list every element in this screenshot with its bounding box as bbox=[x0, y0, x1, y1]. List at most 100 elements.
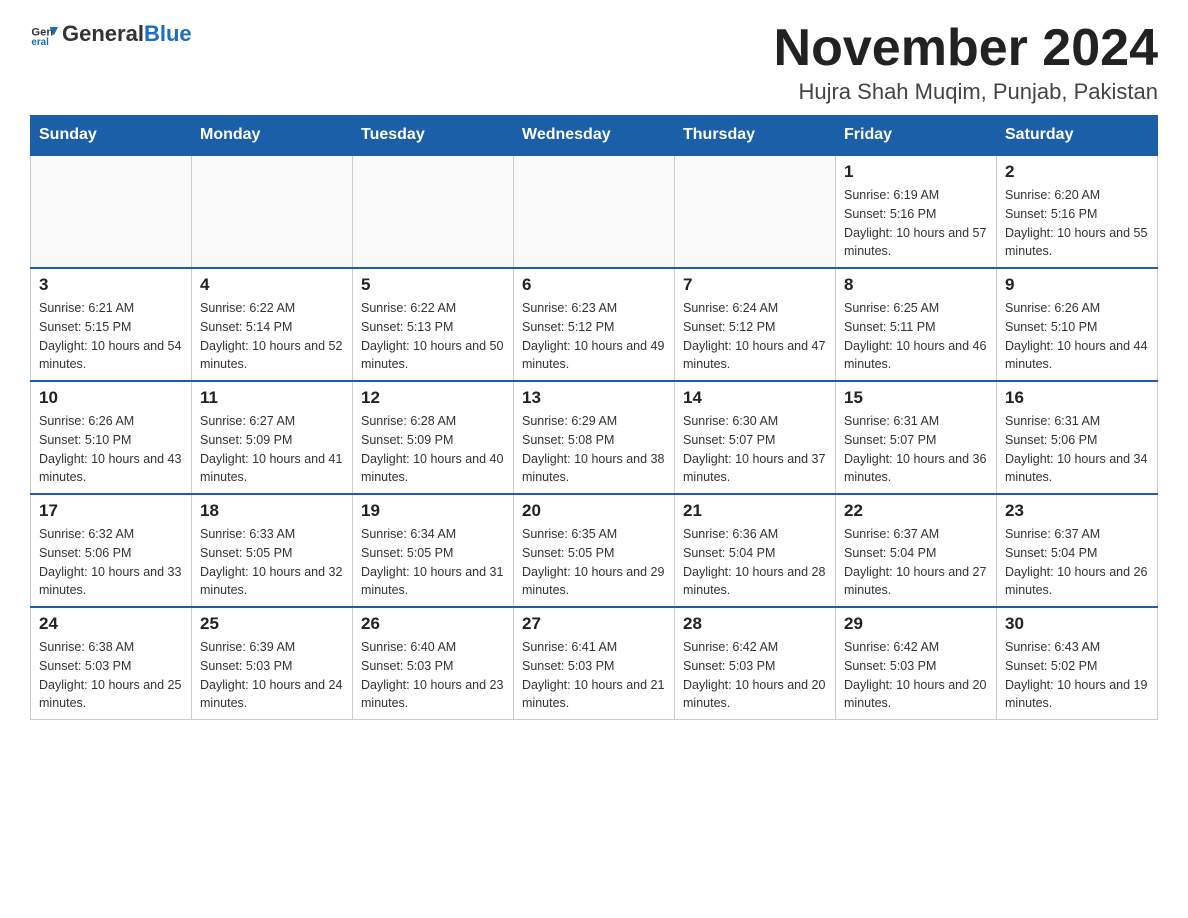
day-number: 30 bbox=[1005, 614, 1149, 634]
title-area: November 2024 Hujra Shah Muqim, Punjab, … bbox=[774, 20, 1158, 105]
day-info: Sunrise: 6:40 AMSunset: 5:03 PMDaylight:… bbox=[361, 638, 505, 713]
cell-week3-day1: 11 Sunrise: 6:27 AMSunset: 5:09 PMDayligh… bbox=[192, 381, 353, 494]
day-number: 1 bbox=[844, 162, 988, 182]
day-info: Sunrise: 6:37 AMSunset: 5:04 PMDaylight:… bbox=[1005, 525, 1149, 600]
cell-week1-day3 bbox=[514, 155, 675, 268]
week-row-4: 17 Sunrise: 6:32 AMSunset: 5:06 PMDayligh… bbox=[31, 494, 1158, 607]
day-number: 7 bbox=[683, 275, 827, 295]
day-info: Sunrise: 6:20 AMSunset: 5:16 PMDaylight:… bbox=[1005, 186, 1149, 261]
day-number: 26 bbox=[361, 614, 505, 634]
day-info: Sunrise: 6:27 AMSunset: 5:09 PMDaylight:… bbox=[200, 412, 344, 487]
cell-week3-day2: 12 Sunrise: 6:28 AMSunset: 5:09 PMDayligh… bbox=[353, 381, 514, 494]
cell-week3-day5: 15 Sunrise: 6:31 AMSunset: 5:07 PMDayligh… bbox=[836, 381, 997, 494]
day-number: 21 bbox=[683, 501, 827, 521]
day-info: Sunrise: 6:30 AMSunset: 5:07 PMDaylight:… bbox=[683, 412, 827, 487]
header-wednesday: Wednesday bbox=[514, 116, 675, 156]
cell-week1-day0 bbox=[31, 155, 192, 268]
header-monday: Monday bbox=[192, 116, 353, 156]
day-number: 19 bbox=[361, 501, 505, 521]
day-info: Sunrise: 6:43 AMSunset: 5:02 PMDaylight:… bbox=[1005, 638, 1149, 713]
cell-week3-day6: 16Sunrise: 6:31 AMSunset: 5:06 PMDayligh… bbox=[997, 381, 1158, 494]
cell-week5-day5: 29 Sunrise: 6:42 AMSunset: 5:03 PMDayligh… bbox=[836, 607, 997, 720]
week-row-2: 3Sunrise: 6:21 AMSunset: 5:15 PMDaylight… bbox=[31, 268, 1158, 381]
day-info: Sunrise: 6:41 AMSunset: 5:03 PMDaylight:… bbox=[522, 638, 666, 713]
day-info: Sunrise: 6:25 AMSunset: 5:11 PMDaylight:… bbox=[844, 299, 988, 374]
day-info: Sunrise: 6:35 AMSunset: 5:05 PMDaylight:… bbox=[522, 525, 666, 600]
cell-week1-day2 bbox=[353, 155, 514, 268]
calendar-table: Sunday Monday Tuesday Wednesday Thursday… bbox=[30, 115, 1158, 720]
cell-week4-day2: 19 Sunrise: 6:34 AMSunset: 5:05 PMDayligh… bbox=[353, 494, 514, 607]
day-info: Sunrise: 6:28 AMSunset: 5:09 PMDaylight:… bbox=[361, 412, 505, 487]
location-subtitle: Hujra Shah Muqim, Punjab, Pakistan bbox=[774, 79, 1158, 105]
day-info: Sunrise: 6:32 AMSunset: 5:06 PMDaylight:… bbox=[39, 525, 183, 600]
day-number: 27 bbox=[522, 614, 666, 634]
cell-week2-day4: 7 Sunrise: 6:24 AMSunset: 5:12 PMDaylight… bbox=[675, 268, 836, 381]
cell-week2-day2: 5 Sunrise: 6:22 AMSunset: 5:13 PMDaylight… bbox=[353, 268, 514, 381]
cell-week4-day6: 23 Sunrise: 6:37 AMSunset: 5:04 PMDayligh… bbox=[997, 494, 1158, 607]
day-info: Sunrise: 6:24 AMSunset: 5:12 PMDaylight:… bbox=[683, 299, 827, 374]
day-number: 8 bbox=[844, 275, 988, 295]
cell-week2-day6: 9Sunrise: 6:26 AMSunset: 5:10 PMDaylight… bbox=[997, 268, 1158, 381]
day-info: Sunrise: 6:39 AMSunset: 5:03 PMDaylight:… bbox=[200, 638, 344, 713]
day-info: Sunrise: 6:23 AMSunset: 5:12 PMDaylight:… bbox=[522, 299, 666, 374]
day-info: Sunrise: 6:31 AMSunset: 5:07 PMDaylight:… bbox=[844, 412, 988, 487]
cell-week2-day1: 4Sunrise: 6:22 AMSunset: 5:14 PMDaylight… bbox=[192, 268, 353, 381]
day-info: Sunrise: 6:42 AMSunset: 5:03 PMDaylight:… bbox=[683, 638, 827, 713]
cell-week1-day4 bbox=[675, 155, 836, 268]
logo-icon: Gen eral bbox=[30, 20, 58, 48]
day-info: Sunrise: 6:36 AMSunset: 5:04 PMDaylight:… bbox=[683, 525, 827, 600]
day-info: Sunrise: 6:22 AMSunset: 5:14 PMDaylight:… bbox=[200, 299, 344, 374]
cell-week2-day5: 8 Sunrise: 6:25 AMSunset: 5:11 PMDaylight… bbox=[836, 268, 997, 381]
day-number: 29 bbox=[844, 614, 988, 634]
header-saturday: Saturday bbox=[997, 116, 1158, 156]
day-number: 14 bbox=[683, 388, 827, 408]
cell-week5-day3: 27 Sunrise: 6:41 AMSunset: 5:03 PMDayligh… bbox=[514, 607, 675, 720]
cell-week5-day0: 24 Sunrise: 6:38 AMSunset: 5:03 PMDayligh… bbox=[31, 607, 192, 720]
day-number: 16 bbox=[1005, 388, 1149, 408]
cell-week1-day6: 2 Sunrise: 6:20 AMSunset: 5:16 PMDaylight… bbox=[997, 155, 1158, 268]
day-number: 20 bbox=[522, 501, 666, 521]
day-info: Sunrise: 6:26 AMSunset: 5:10 PMDaylight:… bbox=[1005, 299, 1149, 374]
day-number: 12 bbox=[361, 388, 505, 408]
day-number: 17 bbox=[39, 501, 183, 521]
day-info: Sunrise: 6:19 AMSunset: 5:16 PMDaylight:… bbox=[844, 186, 988, 261]
day-info: Sunrise: 6:21 AMSunset: 5:15 PMDaylight:… bbox=[39, 299, 183, 374]
cell-week5-day4: 28 Sunrise: 6:42 AMSunset: 5:03 PMDayligh… bbox=[675, 607, 836, 720]
day-info: Sunrise: 6:37 AMSunset: 5:04 PMDaylight:… bbox=[844, 525, 988, 600]
cell-week5-day6: 30 Sunrise: 6:43 AMSunset: 5:02 PMDayligh… bbox=[997, 607, 1158, 720]
week-row-1: 1 Sunrise: 6:19 AMSunset: 5:16 PMDaylight… bbox=[31, 155, 1158, 268]
svg-text:eral: eral bbox=[31, 37, 49, 48]
day-number: 11 bbox=[200, 388, 344, 408]
header: Gen eral GeneralBlue November 2024 Hujra… bbox=[30, 20, 1158, 105]
day-number: 5 bbox=[361, 275, 505, 295]
day-info: Sunrise: 6:26 AMSunset: 5:10 PMDaylight:… bbox=[39, 412, 183, 487]
logo-text-blue: Blue bbox=[144, 21, 192, 46]
cell-week2-day3: 6Sunrise: 6:23 AMSunset: 5:12 PMDaylight… bbox=[514, 268, 675, 381]
day-number: 10 bbox=[39, 388, 183, 408]
day-number: 24 bbox=[39, 614, 183, 634]
day-number: 2 bbox=[1005, 162, 1149, 182]
cell-week1-day5: 1 Sunrise: 6:19 AMSunset: 5:16 PMDaylight… bbox=[836, 155, 997, 268]
week-row-5: 24 Sunrise: 6:38 AMSunset: 5:03 PMDayligh… bbox=[31, 607, 1158, 720]
day-number: 13 bbox=[522, 388, 666, 408]
week-row-3: 10 Sunrise: 6:26 AMSunset: 5:10 PMDayligh… bbox=[31, 381, 1158, 494]
cell-week4-day3: 20 Sunrise: 6:35 AMSunset: 5:05 PMDayligh… bbox=[514, 494, 675, 607]
cell-week4-day1: 18Sunrise: 6:33 AMSunset: 5:05 PMDayligh… bbox=[192, 494, 353, 607]
day-number: 23 bbox=[1005, 501, 1149, 521]
day-info: Sunrise: 6:42 AMSunset: 5:03 PMDaylight:… bbox=[844, 638, 988, 713]
day-info: Sunrise: 6:22 AMSunset: 5:13 PMDaylight:… bbox=[361, 299, 505, 374]
day-number: 22 bbox=[844, 501, 988, 521]
cell-week4-day5: 22 Sunrise: 6:37 AMSunset: 5:04 PMDayligh… bbox=[836, 494, 997, 607]
day-info: Sunrise: 6:34 AMSunset: 5:05 PMDaylight:… bbox=[361, 525, 505, 600]
cell-week3-day0: 10 Sunrise: 6:26 AMSunset: 5:10 PMDayligh… bbox=[31, 381, 192, 494]
header-thursday: Thursday bbox=[675, 116, 836, 156]
cell-week5-day1: 25Sunrise: 6:39 AMSunset: 5:03 PMDayligh… bbox=[192, 607, 353, 720]
month-title: November 2024 bbox=[774, 20, 1158, 77]
weekday-header-row: Sunday Monday Tuesday Wednesday Thursday… bbox=[31, 116, 1158, 156]
header-sunday: Sunday bbox=[31, 116, 192, 156]
cell-week4-day0: 17 Sunrise: 6:32 AMSunset: 5:06 PMDayligh… bbox=[31, 494, 192, 607]
day-number: 15 bbox=[844, 388, 988, 408]
logo: Gen eral GeneralBlue bbox=[30, 20, 192, 48]
day-number: 28 bbox=[683, 614, 827, 634]
day-info: Sunrise: 6:38 AMSunset: 5:03 PMDaylight:… bbox=[39, 638, 183, 713]
